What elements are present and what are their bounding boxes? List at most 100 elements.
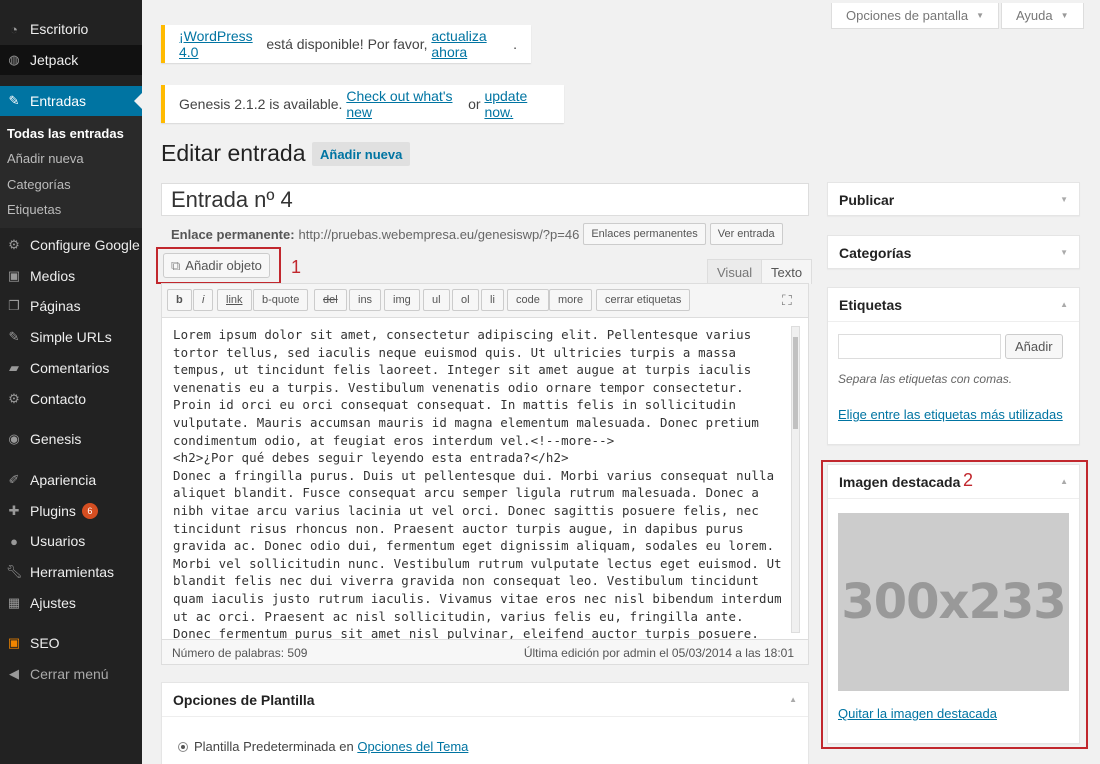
pin-icon: ✎ [8,329,20,344]
menu-usuarios[interactable]: ● Usuarios [0,526,142,556]
menu-configure-google[interactable]: ⚙ Configure Google [0,230,142,260]
menu-label: Páginas [30,298,81,314]
menu-label: Cerrar menú [30,666,109,682]
view-post-button[interactable]: Ver entrada [709,223,783,245]
menu-jetpack[interactable]: ◍ Jetpack [0,45,142,75]
tab-visual[interactable]: Visual [707,259,763,284]
divider [828,321,1079,322]
brush-icon: ✐ [8,472,20,487]
genesis-icon: ◉ [8,431,20,446]
menu-medios[interactable]: ▣ Medios [0,261,142,291]
qt-link-button[interactable]: link [217,289,252,311]
theme-options-link[interactable]: Opciones del Tema [357,739,468,754]
menu-label: Entradas [30,93,87,109]
qt-close-tags-button[interactable]: cerrar etiquetas [596,289,691,311]
qt-code-button[interactable]: code [507,289,549,311]
submenu-todas-entradas[interactable]: Todas las entradas [7,126,124,141]
plugin-icon: ✚ [8,503,20,518]
post-content: Lorem ipsum dolor sit amet, consectetur … [173,327,782,640]
menu-label: Configure Google [30,237,140,253]
qt-ins-button[interactable]: ins [349,289,382,311]
categories-box: Categorías ▼ [827,235,1080,269]
categories-title[interactable]: Categorías [839,236,911,269]
fullscreen-icon[interactable]: ⛶ [782,292,792,309]
annotation-number-1: 1 [291,257,302,277]
entradas-submenu: Todas las entradas Añadir nueva Categorí… [0,116,142,228]
permalink-url[interactable]: http://pruebas.webempresa.eu/genesiswp/?… [299,227,580,242]
qt-blockquote-button[interactable]: b-quote [253,289,309,311]
menu-ajustes[interactable]: ▦ Ajustes [0,588,142,618]
choose-tags-link[interactable]: Elige entre las etiquetas más utilizadas [838,407,1063,422]
qt-del-button[interactable]: del [314,289,347,311]
menu-entradas[interactable]: ✎ Entradas [0,86,142,116]
scrollbar-thumb[interactable] [793,337,798,429]
menu-label: Medios [30,268,76,284]
notice-text: . [513,36,517,52]
menu-plugins[interactable]: ✚ Plugins 6 [0,496,142,526]
whats-new-link[interactable]: Check out what's new [346,88,464,120]
publish-title[interactable]: Publicar [839,183,894,216]
editor-scrollbar[interactable] [791,326,800,633]
admin-sidebar: ◔ Escritorio ◍ Jetpack ✎ Entradas Todas las… [0,0,142,764]
radio-dot [181,744,185,749]
tags-title[interactable]: Etiquetas [839,288,902,321]
radio-selected[interactable] [178,741,188,752]
menu-seo[interactable]: ▣ SEO [0,628,142,658]
chevron-down-icon[interactable]: ▼ [1060,195,1068,204]
menu-cerrar[interactable]: ◀ Cerrar menú [0,659,142,689]
menu-comentarios[interactable]: ▰ Comentarios [0,353,142,383]
permalinks-button[interactable]: Enlaces permanentes [583,223,706,245]
submenu-anadir-nueva[interactable]: Añadir nueva [7,151,84,166]
page-title: Editar entrada [161,140,306,166]
chevron-down-icon: ▼ [1060,11,1069,20]
wordpress-update-notice: ¡WordPress 4.0 está disponible! Por favo… [161,25,531,63]
qt-bold-button[interactable]: b [167,289,192,311]
wordpress-version-link[interactable]: ¡WordPress 4.0 [179,28,263,60]
genesis-update-link[interactable]: update now. [484,88,550,120]
menu-label: Comentarios [30,360,110,376]
tags-hint: Separa las etiquetas con comas. [838,372,1013,386]
pages-icon: ❐ [8,298,20,313]
chevron-down-icon: ▼ [976,11,985,20]
permalink-row: Enlace permanente: http://pruebas.webemp… [171,222,783,246]
add-new-button[interactable]: Añadir nueva [312,142,411,166]
template-options-box: Opciones de Plantilla ▲ Plantilla Predet… [161,682,809,764]
collapse-up-icon[interactable]: ▲ [789,695,797,704]
chevron-down-icon[interactable]: ▼ [1060,248,1068,257]
update-now-link[interactable]: actualiza ahora [431,28,513,60]
menu-paginas[interactable]: ❐ Páginas [0,291,142,321]
submenu-categorias[interactable]: Categorías [7,177,71,192]
settings-icon: ▦ [7,595,21,610]
menu-herramientas[interactable]: 🔧︎ Herramientas [0,557,142,587]
help-button[interactable]: Ayuda ▼ [1001,3,1084,29]
qt-ul-button[interactable]: ul [423,289,450,311]
annotation-number-2: 2 [963,470,974,490]
content-textarea[interactable]: Lorem ipsum dolor sit amet, consectetur … [161,317,809,640]
menu-label: Herramientas [30,564,115,580]
menu-apariencia[interactable]: ✐ Apariencia [0,465,142,495]
menu-label: Plugins [30,503,76,519]
collapse-up-icon[interactable]: ▲ [1060,300,1068,309]
template-option-label: Plantilla Predeterminada en [194,739,358,754]
tag-input[interactable] [838,334,1001,359]
qt-ol-button[interactable]: ol [452,289,479,311]
menu-simple-urls[interactable]: ✎ Simple URLs [0,322,142,352]
menu-genesis[interactable]: ◉ Genesis [0,424,142,454]
template-options-title[interactable]: Opciones de Plantilla [173,683,315,716]
gear-icon: ⚙ [8,237,20,252]
qt-italic-button[interactable]: i [193,289,214,311]
word-count: Número de palabras: 509 [172,646,308,660]
submenu-etiquetas[interactable]: Etiquetas [7,202,61,217]
qt-li-button[interactable]: li [481,289,504,311]
post-title-input[interactable]: Entrada nº 4 [161,183,809,216]
tab-text[interactable]: Texto [761,259,813,284]
menu-escritorio[interactable]: ◔ Escritorio [0,14,142,44]
qt-img-button[interactable]: img [384,289,420,311]
menu-contacto[interactable]: ⚙ Contacto [0,384,142,414]
add-tag-button[interactable]: Añadir [1005,334,1063,359]
qt-more-button[interactable]: more [549,289,593,311]
gear-icon: ⚙ [8,391,20,406]
publish-box: Publicar ▼ [827,182,1080,216]
screen-options-button[interactable]: Opciones de pantalla ▼ [831,3,1000,29]
pin-icon: ✎ [8,93,20,108]
